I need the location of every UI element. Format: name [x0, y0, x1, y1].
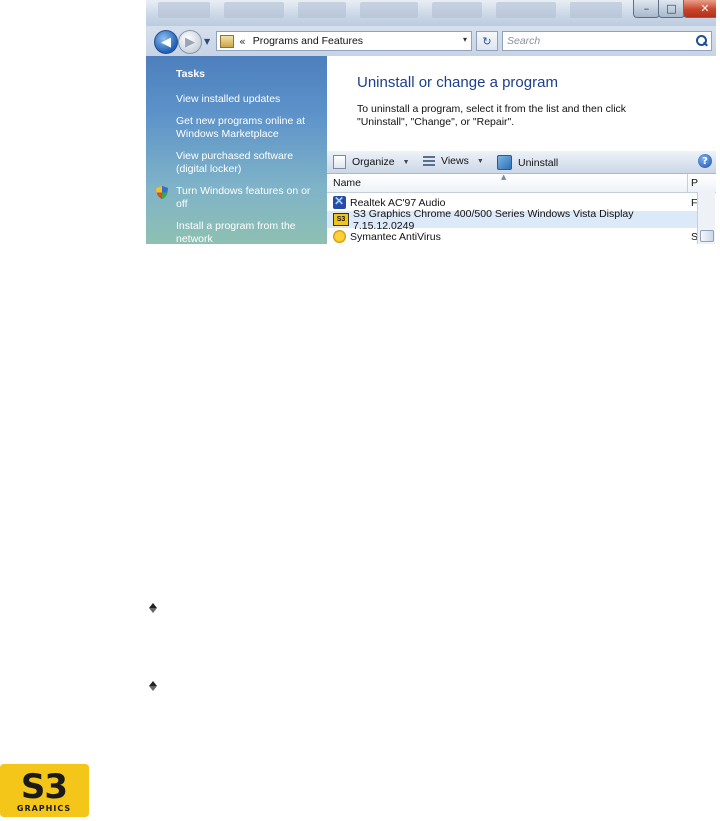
refresh-button[interactable]: ↻: [476, 31, 498, 51]
link-windows-features[interactable]: Turn Windows features on or off: [176, 185, 321, 211]
vertical-scrollbar[interactable]: [697, 192, 715, 244]
title-bar[interactable]: – □ ✕: [146, 0, 716, 26]
uninstall-button[interactable]: Uninstall: [497, 155, 558, 170]
column-publisher[interactable]: P: [691, 177, 698, 189]
address-dropdown-icon[interactable]: ▾: [463, 35, 467, 44]
sort-arrow-icon: ▲: [501, 173, 507, 181]
column-header: ▲ Name P: [327, 173, 716, 193]
programs-window: – □ ✕ ◀ ▶ ▼ « Programs and Features ▾ ↻ …: [146, 0, 716, 244]
scrollbar-thumb[interactable]: [700, 230, 714, 242]
tasks-sidebar: Tasks View installed updates Get new pro…: [146, 56, 327, 244]
program-row-symantec[interactable]: Symantec AntiVirus S: [327, 228, 698, 244]
symantec-icon: [333, 230, 346, 243]
uninstall-label: Uninstall: [518, 156, 559, 169]
link-get-new-programs[interactable]: Get new programs online at Windows Marke…: [176, 115, 321, 141]
link-install-from-network[interactable]: Install a program from the network: [176, 220, 321, 244]
organize-button[interactable]: Organize ▼: [333, 155, 410, 169]
program-row-s3-graphics[interactable]: S3 S3 Graphics Chrome 400/500 Series Win…: [327, 208, 697, 232]
forward-arrow-icon: ▶: [185, 34, 195, 50]
minimize-button[interactable]: –: [633, 0, 660, 18]
forward-button[interactable]: ▶: [178, 30, 202, 54]
back-button[interactable]: ◀: [154, 30, 178, 54]
tasks-title: Tasks: [176, 68, 205, 80]
breadcrumb-overflow[interactable]: «: [239, 35, 246, 48]
main-pane: Uninstall or change a program To uninsta…: [327, 56, 716, 244]
views-label: Views: [441, 155, 469, 167]
recent-pages-dropdown-icon[interactable]: ▼: [204, 37, 210, 46]
uninstall-icon: [497, 155, 512, 170]
link-view-installed-updates[interactable]: View installed updates: [176, 93, 321, 106]
svg-text:GRAPHICS: GRAPHICS: [17, 804, 71, 813]
link-purchased-software[interactable]: View purchased software (digital locker): [176, 150, 321, 176]
svg-text:S3: S3: [21, 767, 67, 807]
search-input[interactable]: Search: [507, 35, 694, 47]
address-row: ◀ ▶ ▼ « Programs and Features ▾ ↻ Search: [146, 26, 716, 56]
maximize-button[interactable]: □: [658, 0, 685, 18]
page-description: To uninstall a program, select it from t…: [357, 103, 627, 128]
realtek-icon: [333, 194, 346, 209]
program-name: Symantec AntiVirus: [350, 230, 441, 243]
refresh-icon: ↻: [482, 34, 492, 48]
address-bar[interactable]: « Programs and Features ▾: [216, 31, 472, 51]
control-panel-icon: [220, 34, 234, 48]
search-icon[interactable]: [694, 34, 708, 48]
chevron-down-icon: ▼: [476, 157, 484, 165]
chevron-down-icon: ▼: [402, 158, 410, 166]
page-title: Uninstall or change a program: [357, 74, 558, 91]
column-name[interactable]: Name: [333, 177, 361, 189]
search-box[interactable]: Search: [502, 31, 712, 51]
organize-icon: [333, 155, 346, 169]
s3-icon: S3: [333, 213, 349, 226]
column-divider[interactable]: [687, 174, 688, 192]
breadcrumb-location[interactable]: Programs and Features: [253, 35, 363, 47]
s3-graphics-logo: S3 GRAPHICS: [0, 764, 89, 817]
bullet-arrow-icon: [149, 603, 157, 613]
shield-icon: [156, 186, 168, 199]
s3-logo-mark: S3 GRAPHICS: [0, 764, 89, 817]
help-icon[interactable]: ?: [698, 154, 712, 168]
close-button[interactable]: ✕: [683, 0, 716, 18]
bullet-arrow-icon: [149, 681, 157, 691]
command-toolbar: Organize ▼ Views ▼ Uninstall ?: [327, 151, 716, 174]
organize-label: Organize: [352, 156, 395, 168]
views-button[interactable]: Views ▼: [423, 155, 484, 167]
views-icon: [423, 155, 435, 167]
back-arrow-icon: ◀: [161, 34, 171, 50]
